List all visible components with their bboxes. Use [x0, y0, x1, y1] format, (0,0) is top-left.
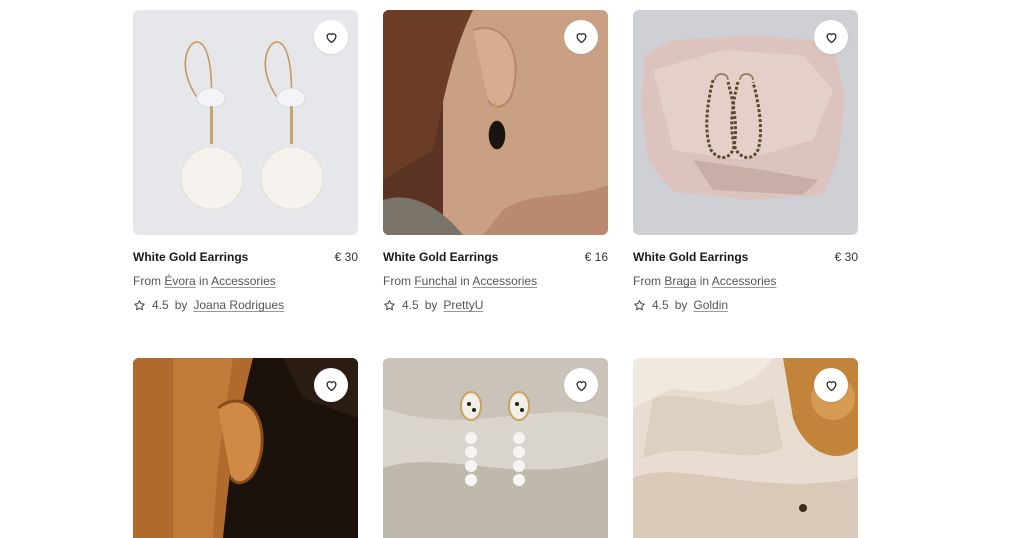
favorite-button[interactable] — [314, 368, 348, 402]
star-icon — [383, 299, 396, 312]
category-link[interactable]: Accessories — [472, 274, 537, 288]
product-card[interactable] — [633, 358, 858, 538]
by-label: by — [174, 298, 188, 312]
product-title[interactable]: White Gold Earrings — [383, 250, 498, 264]
product-price: € 30 — [334, 250, 358, 264]
location-link[interactable]: Braga — [664, 274, 696, 288]
product-card[interactable] — [383, 358, 608, 538]
product-origin: From Braga in Accessories — [633, 274, 858, 288]
product-card[interactable]: White Gold Earrings € 30 From Braga in A… — [633, 10, 858, 312]
product-image[interactable] — [383, 358, 608, 538]
product-title[interactable]: White Gold Earrings — [633, 250, 748, 264]
in-label: in — [199, 274, 209, 288]
category-link[interactable]: Accessories — [712, 274, 777, 288]
rating-value: 4.5 — [152, 298, 169, 312]
from-label: From — [383, 274, 411, 288]
favorite-button[interactable] — [814, 368, 848, 402]
product-card[interactable]: White Gold Earrings € 30 From Évora in A… — [133, 10, 358, 312]
star-icon — [633, 299, 646, 312]
product-image[interactable] — [133, 10, 358, 235]
from-label: From — [133, 274, 161, 288]
location-link[interactable]: Funchal — [414, 274, 457, 288]
product-rating: 4.5 by PrettyU — [383, 298, 608, 312]
category-link[interactable]: Accessories — [211, 274, 276, 288]
location-link[interactable]: Évora — [164, 274, 195, 288]
product-price: € 30 — [834, 250, 858, 264]
from-label: From — [633, 274, 661, 288]
product-rating: 4.5 by Joana Rodrigues — [133, 298, 358, 312]
seller-link[interactable]: PrettyU — [443, 298, 483, 312]
product-origin: From Funchal in Accessories — [383, 274, 608, 288]
favorite-button[interactable] — [564, 368, 598, 402]
heart-icon — [326, 32, 336, 43]
product-card[interactable]: White Gold Earrings € 16 From Funchal in… — [383, 10, 608, 312]
heart-icon — [576, 32, 586, 43]
favorite-button[interactable] — [564, 20, 598, 54]
heart-icon — [326, 380, 336, 391]
rating-value: 4.5 — [652, 298, 669, 312]
favorite-button[interactable] — [814, 20, 848, 54]
heart-icon — [826, 380, 836, 391]
star-icon — [133, 299, 146, 312]
by-label: by — [674, 298, 688, 312]
product-rating: 4.5 by Goldin — [633, 298, 858, 312]
in-label: in — [699, 274, 710, 288]
product-card[interactable] — [133, 358, 358, 538]
product-title[interactable]: White Gold Earrings — [133, 250, 248, 264]
product-image[interactable] — [133, 358, 358, 538]
product-image[interactable] — [383, 10, 608, 235]
rating-value: 4.5 — [402, 298, 419, 312]
by-label: by — [424, 298, 438, 312]
seller-link[interactable]: Goldin — [693, 298, 728, 312]
favorite-button[interactable] — [314, 20, 348, 54]
product-image[interactable] — [633, 10, 858, 235]
product-price: € 16 — [584, 250, 608, 264]
product-image[interactable] — [633, 358, 858, 538]
product-origin: From Évora in Accessories — [133, 274, 358, 288]
seller-link[interactable]: Joana Rodrigues — [193, 298, 284, 312]
heart-icon — [576, 380, 586, 391]
in-label: in — [460, 274, 470, 288]
product-grid: White Gold Earrings € 30 From Évora in A… — [133, 10, 858, 538]
heart-icon — [826, 32, 836, 43]
